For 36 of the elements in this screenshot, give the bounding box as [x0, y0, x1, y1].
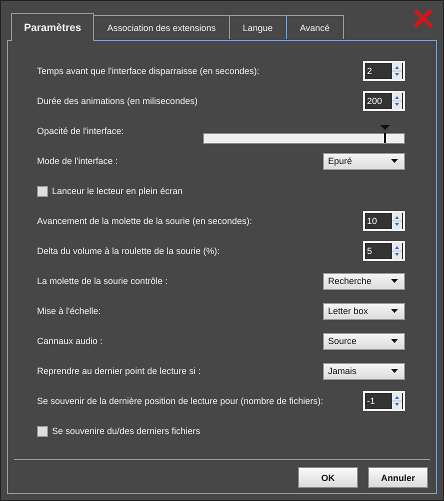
spinner-arrows-icon[interactable] — [392, 213, 402, 229]
setting-label: Cannaux audio : — [37, 336, 103, 346]
checkbox[interactable] — [37, 186, 48, 196]
setting-label: Avancement de la molette de la sourie (en secondes): — [37, 216, 252, 226]
tab[interactable]: Paramètres — [11, 13, 94, 41]
caret-icon — [391, 279, 398, 283]
ok-button[interactable]: OK — [298, 467, 358, 488]
setting-label: Opacité de l'interface: — [37, 126, 124, 136]
caret-icon — [391, 159, 398, 163]
checkbox-label: Lanceur le lecteur en plein écran — [52, 186, 183, 196]
dropdown[interactable]: Recherche — [323, 272, 405, 290]
setting-label: Durée des animations (en milisecondes) — [37, 96, 198, 106]
cancel-button[interactable]: Annuler — [368, 467, 428, 488]
dropdown[interactable]: Source — [323, 332, 405, 350]
dropdown[interactable]: Epuré — [323, 152, 405, 170]
setting-label: Delta du volume à la roulette de la sourie (%): — [37, 246, 220, 256]
setting-label: Reprendre au dernier point de lecture si : — [37, 366, 201, 376]
spinner-arrows-icon[interactable] — [392, 63, 402, 79]
spinner-arrows-icon[interactable] — [392, 93, 402, 109]
spinner-arrows-icon[interactable] — [392, 393, 402, 409]
setting-label: Mode de l'interface : — [37, 156, 118, 166]
caret-icon — [391, 369, 398, 373]
checkbox-label: Se souvenire du/des derniers fichiers — [52, 426, 200, 436]
setting-label: La molette de la sourie contrôle : — [37, 276, 168, 286]
spinner-arrows-icon[interactable] — [392, 243, 402, 259]
dropdown[interactable]: Jamais — [323, 362, 405, 380]
setting-label: Mise à l'échelle: — [37, 306, 101, 316]
dropdown[interactable]: Letter box — [323, 302, 405, 320]
setting-label: Se souvenir de la dernière position de lecture pour (nombre de fichiers): — [37, 396, 324, 406]
slider-thumb[interactable] — [380, 124, 390, 144]
slider[interactable] — [203, 124, 405, 144]
tab[interactable]: Avancé — [286, 15, 344, 39]
caret-icon — [391, 339, 398, 343]
checkbox[interactable] — [37, 426, 48, 436]
caret-icon — [391, 309, 398, 313]
setting-label: Temps avant que l'interface disparraisse (en secondes): — [37, 66, 260, 76]
